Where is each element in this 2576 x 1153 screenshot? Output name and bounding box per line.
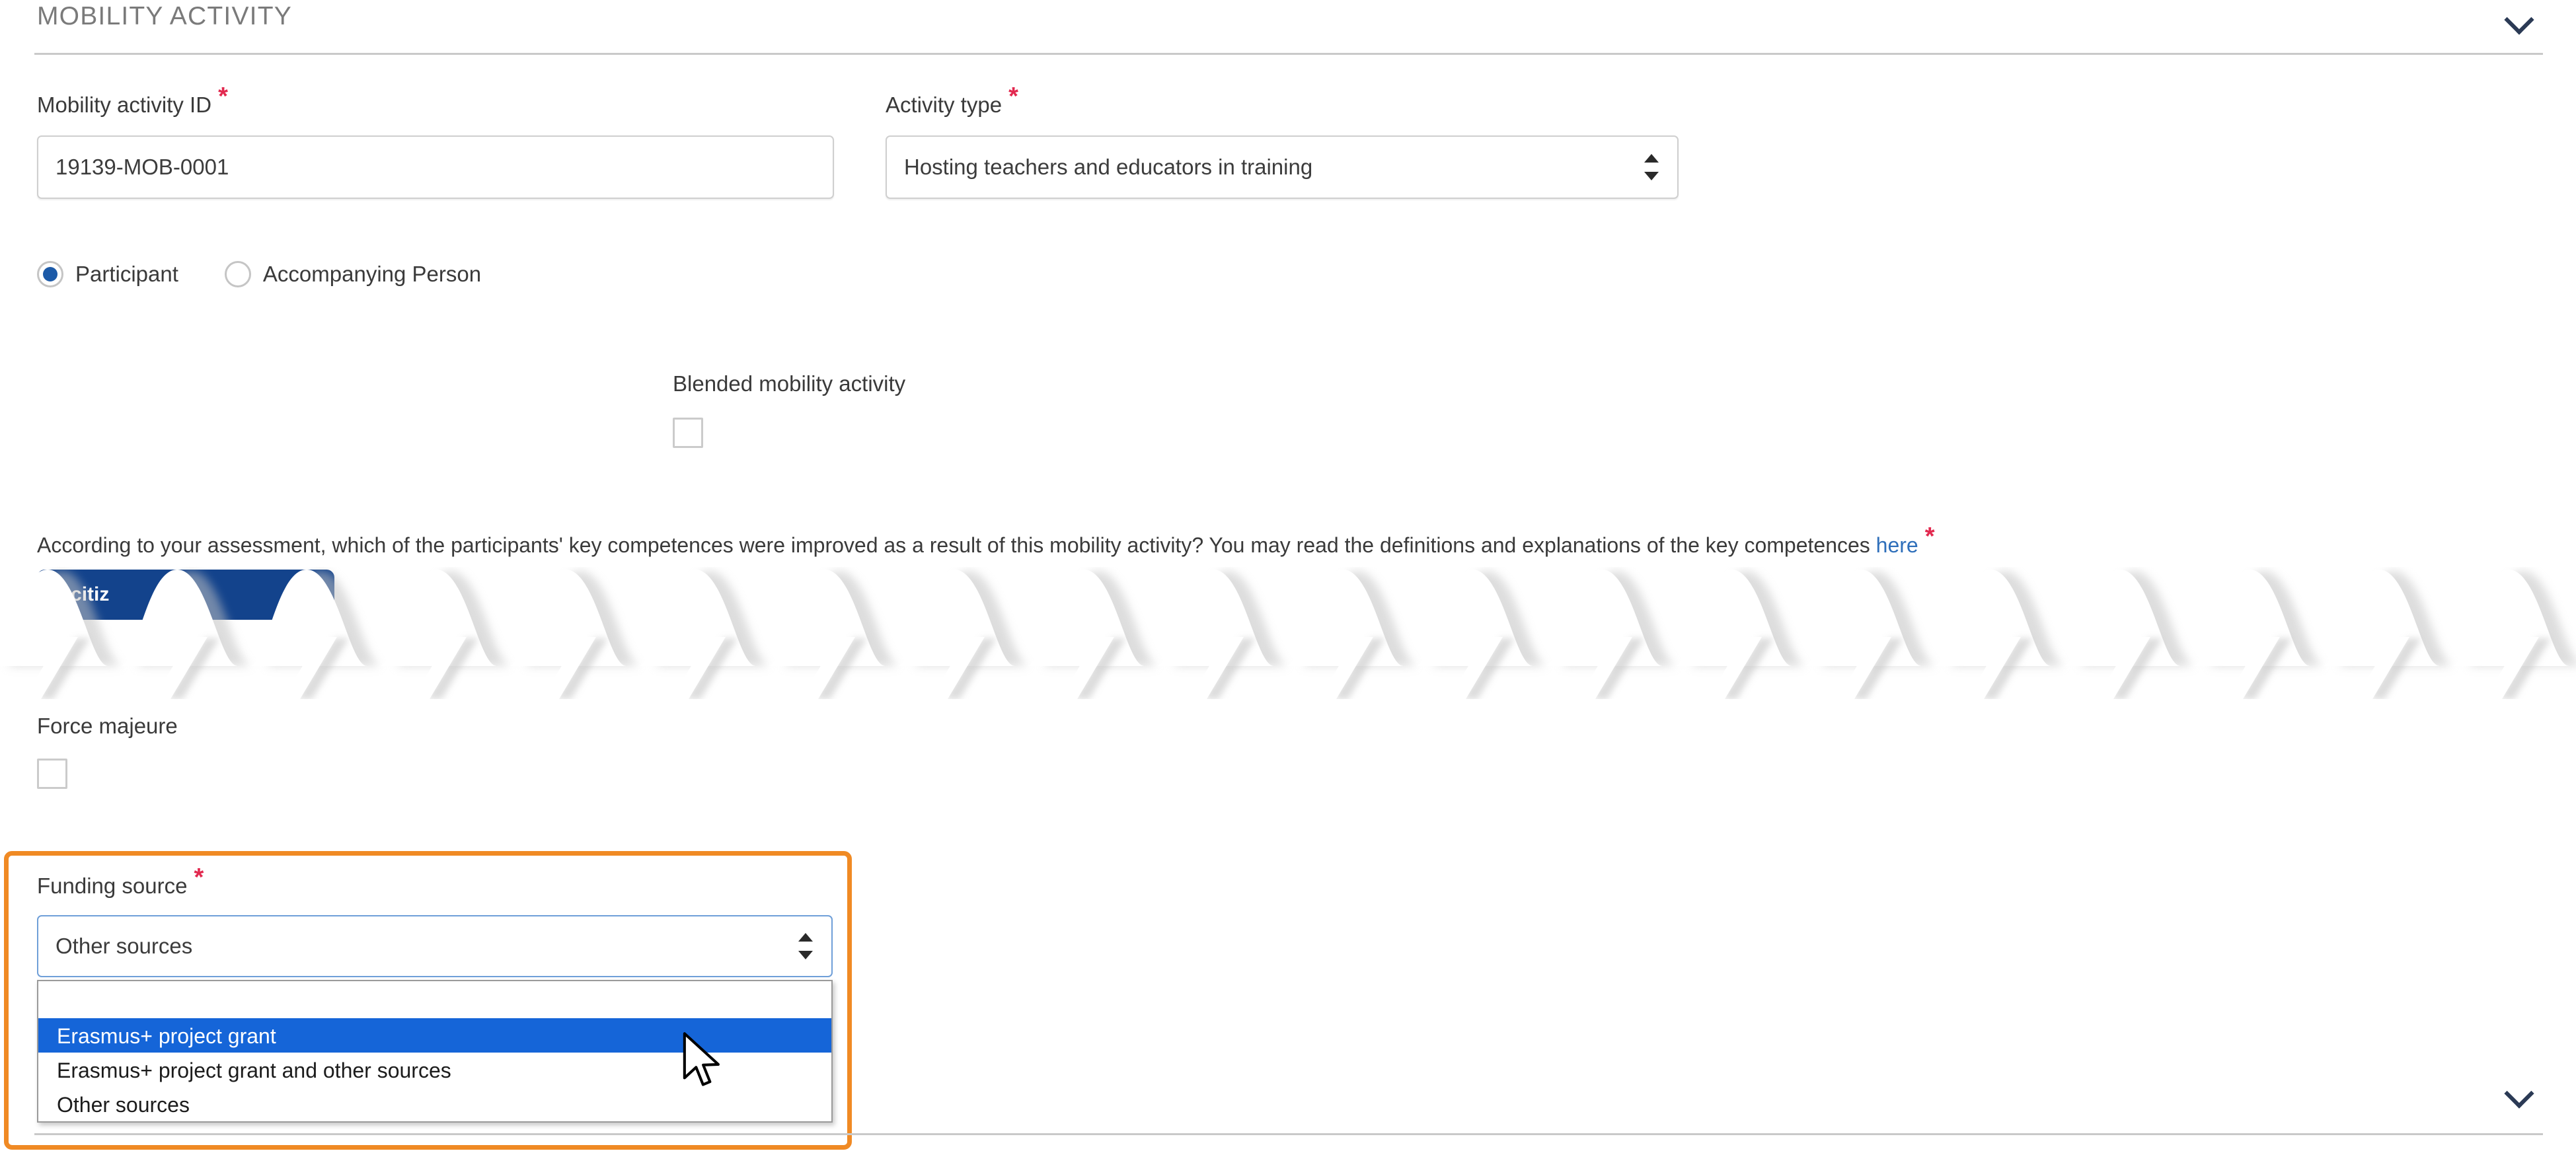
participant-type-radio-group[interactable]: Participant Accompanying Person	[37, 261, 481, 287]
blended-mobility-label: Blended mobility activity	[673, 371, 905, 396]
funding-source-label: Funding source *	[37, 865, 204, 899]
collapsed-content-fold	[0, 567, 2576, 699]
activity-type-value: Hosting teachers and educators in traini…	[904, 155, 1313, 179]
radio-accompanying-person[interactable]: Accompanying Person	[224, 261, 482, 287]
blended-mobility-label-text: Blended mobility activity	[673, 371, 906, 396]
force-majeure-checkbox[interactable]	[37, 759, 67, 789]
dropdown-option-erasmus-project-grant[interactable]: Erasmus+ project grant	[38, 1018, 831, 1053]
key-competence-chip-label: e citiz	[54, 583, 110, 605]
select-arrows-icon	[1643, 152, 1660, 182]
dropdown-option-other-sources[interactable]: Other sources	[38, 1087, 831, 1121]
header-divider	[34, 53, 2543, 55]
mobility-activity-id-input[interactable]: 19139-MOB-0001	[37, 135, 834, 199]
required-asterisk: *	[1924, 523, 1935, 551]
blended-mobility-checkbox[interactable]	[673, 418, 703, 448]
required-asterisk: *	[194, 864, 204, 891]
mobility-activity-id-label: Mobility activity ID *	[37, 84, 228, 118]
funding-source-select[interactable]: Other sources	[37, 915, 833, 977]
radio-accompanying-person-label: Accompanying Person	[262, 262, 482, 286]
key-competences-question: According to your assessment, which of t…	[37, 524, 1935, 558]
select-arrows-icon	[797, 931, 814, 961]
chip-remove-icon[interactable]	[289, 579, 320, 610]
section-header-mobility-activity[interactable]: MOBILITY ACTIVITY	[0, 0, 2576, 53]
mobility-activity-id-value: 19139-MOB-0001	[56, 155, 229, 179]
key-competences-here-link[interactable]: here	[1876, 533, 1918, 557]
radio-participant[interactable]: Participant	[37, 261, 178, 287]
dropdown-option-erasmus-project-grant-and-other-sources[interactable]: Erasmus+ project grant and other sources	[38, 1053, 831, 1087]
force-majeure-label: Force majeure	[37, 714, 178, 739]
required-asterisk: *	[1008, 83, 1018, 110]
activity-type-select[interactable]: Hosting teachers and educators in traini…	[886, 135, 1679, 199]
key-competence-chip[interactable]: e citiz	[37, 570, 334, 620]
activity-type-label-text: Activity type	[886, 93, 1003, 117]
mobility-activity-page: MOBILITY ACTIVITY Mobility activity ID * …	[0, 0, 2576, 1153]
radio-accompanying-person-dot[interactable]	[224, 261, 251, 287]
chevron-down-icon[interactable]	[2501, 0, 2538, 37]
force-majeure-label-text: Force majeure	[37, 714, 178, 738]
activity-type-label: Activity type *	[886, 84, 1018, 118]
funding-source-value: Other sources	[56, 934, 193, 958]
radio-participant-label: Participant	[75, 262, 178, 286]
dropdown-option-blank[interactable]	[38, 981, 831, 1018]
footer-divider	[34, 1133, 2543, 1135]
required-asterisk: *	[218, 83, 228, 110]
page-title: MOBILITY ACTIVITY	[37, 2, 292, 30]
fold-wave-graphic	[0, 570, 2576, 699]
mobility-activity-id-label-text: Mobility activity ID	[37, 93, 212, 117]
funding-source-label-text: Funding source	[37, 874, 188, 898]
radio-participant-dot[interactable]	[37, 261, 63, 287]
key-competences-question-text: According to your assessment, which of t…	[37, 533, 1876, 557]
funding-source-dropdown[interactable]: Erasmus+ project grant Erasmus+ project …	[37, 980, 833, 1123]
chevron-down-icon[interactable]	[2501, 1074, 2538, 1111]
